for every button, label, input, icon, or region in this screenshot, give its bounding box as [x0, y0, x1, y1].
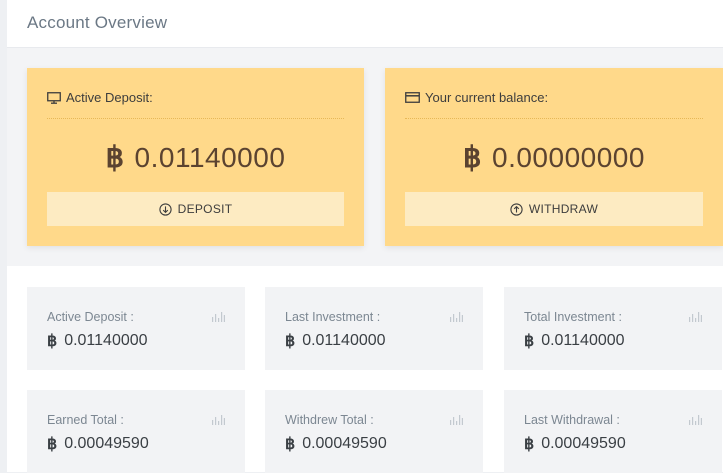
bitcoin-icon: ฿: [524, 436, 535, 453]
card-divider: [47, 118, 344, 119]
active-deposit-card-label: Active Deposit:: [47, 90, 153, 105]
arrow-down-circle-icon: [158, 202, 172, 216]
stat-value-text: 0.01140000: [64, 332, 148, 349]
stat-value: ฿ 0.01140000: [524, 331, 625, 351]
bitcoin-icon: ฿: [524, 333, 535, 350]
stat-label: Active Deposit :: [47, 310, 134, 324]
credit-card-icon: [405, 92, 420, 103]
stat-label: Withdrew Total :: [285, 413, 374, 427]
current-balance-amount-value: 0.00000000: [492, 141, 645, 173]
current-balance-amount: ฿ 0.00000000: [385, 140, 723, 175]
bar-chart-icon: [450, 312, 463, 322]
stat-value: ฿ 0.00049590: [524, 434, 626, 454]
withdraw-button-label: WITHDRAW: [528, 202, 599, 216]
stat-value: ฿ 0.01140000: [285, 331, 386, 351]
stat-value-text: 0.00049590: [541, 435, 626, 452]
bar-chart-icon: [212, 312, 225, 322]
active-deposit-card: Active Deposit: ฿ 0.01140000 DEPOSIT: [27, 68, 364, 246]
stat-value: ฿ 0.00049590: [285, 434, 387, 454]
page-title: Account Overview: [27, 13, 168, 32]
stat-value-text: 0.01140000: [541, 332, 625, 349]
bar-chart-icon: [212, 415, 225, 425]
active-deposit-amount-value: 0.01140000: [134, 141, 286, 173]
withdraw-button[interactable]: WITHDRAW: [405, 192, 703, 226]
stat-label: Last Withdrawal :: [524, 413, 620, 427]
stat-value: ฿ 0.01140000: [47, 331, 148, 351]
bar-chart-icon: [689, 312, 702, 322]
bitcoin-icon: ฿: [105, 142, 125, 174]
stat-label: Earned Total :: [47, 413, 124, 427]
bitcoin-icon: ฿: [285, 333, 296, 350]
stat-value-text: 0.00049590: [64, 435, 149, 452]
stat-active-deposit: Active Deposit : ฿ 0.01140000: [27, 287, 245, 370]
card-divider: [405, 118, 703, 119]
bitcoin-icon: ฿: [285, 436, 296, 453]
bar-chart-icon: [450, 415, 463, 425]
bitcoin-icon: ฿: [47, 436, 58, 453]
arrow-up-circle-icon: [510, 202, 523, 216]
account-overview-panel: Account Overview Active Deposit: ฿ 0.011…: [7, 0, 723, 473]
current-balance-card-label: Your current balance:: [405, 90, 548, 105]
bar-chart-icon: [689, 415, 702, 425]
monitor-icon: [47, 91, 61, 104]
current-balance-label-text: Your current balance:: [425, 90, 549, 105]
deposit-button[interactable]: DEPOSIT: [47, 192, 344, 226]
bitcoin-icon: ฿: [47, 333, 58, 350]
bitcoin-icon: ฿: [463, 142, 482, 174]
active-deposit-label-text: Active Deposit:: [66, 90, 153, 105]
stat-last-investment: Last Investment : ฿ 0.01140000: [265, 287, 483, 370]
panel-header: Account Overview: [7, 0, 723, 48]
active-deposit-amount: ฿ 0.01140000: [27, 140, 364, 175]
deposit-button-label: DEPOSIT: [177, 202, 233, 216]
stat-earned-total: Earned Total : ฿ 0.00049590: [27, 390, 245, 473]
stat-withdrew-total: Withdrew Total : ฿ 0.00049590: [265, 390, 483, 473]
stat-label: Total Investment :: [524, 310, 622, 324]
stat-value: ฿ 0.00049590: [47, 434, 149, 454]
stat-total-investment: Total Investment : ฿ 0.01140000: [504, 287, 722, 370]
current-balance-card: Your current balance: ฿ 0.00000000 WITHD…: [385, 68, 723, 246]
stat-value-text: 0.01140000: [302, 332, 386, 349]
stat-value-text: 0.00049590: [302, 435, 387, 452]
stat-label: Last Investment :: [285, 310, 381, 324]
stat-last-withdrawal: Last Withdrawal : ฿ 0.00049590: [504, 390, 722, 473]
